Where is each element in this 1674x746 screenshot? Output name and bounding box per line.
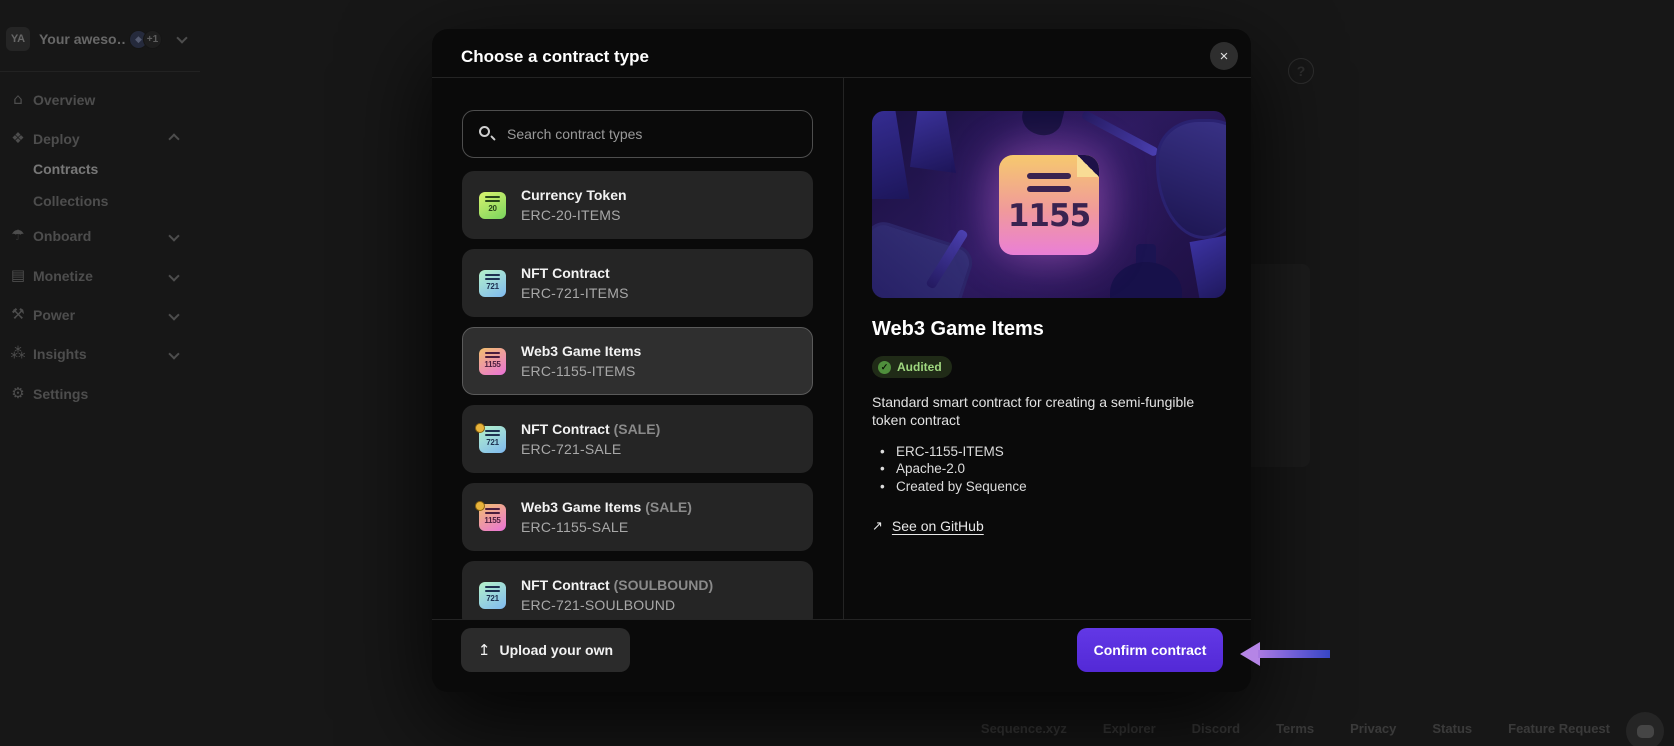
erc721-token-icon: 721 [479,269,506,297]
search-icon [479,126,490,137]
contract-list-pane: 20 Currency Token ERC-20-ITEMS 721 NFT C… [432,77,843,619]
contract-details-title: Web3 Game Items [872,318,1044,340]
contract-description: Standard smart contract for creating a s… [872,394,1195,429]
contract-name: Web3 Game Items (SALE) [521,499,692,515]
contract-code: ERC-1155-ITEMS [521,363,636,379]
attribute-item: Created by Sequence [872,478,1225,496]
close-icon[interactable]: × [1210,42,1238,70]
check-icon: ✓ [878,360,891,374]
contract-item-erc721-sale[interactable]: 721 NFT Contract (SALE) ERC-721-SALE [462,405,813,473]
contract-attributes-list: ERC-1155-ITEMS Apache-2.0 Created by Seq… [872,443,1225,496]
contract-item-erc1155-sale[interactable]: 1155 Web3 Game Items (SALE) ERC-1155-SAL… [462,483,813,551]
upload-your-own-button[interactable]: ↥ Upload your own [461,628,630,672]
erc721-sale-icon: 721 [475,422,506,453]
contract-code: ERC-1155-SALE [521,519,629,535]
contract-code: ERC-721-SALE [521,441,622,457]
contract-name: Currency Token [521,187,627,203]
contract-variant: (SOULBOUND) [613,577,714,593]
coin-icon [475,500,485,511]
github-link[interactable]: ↗ See on GitHub [872,518,984,534]
contract-item-erc721-items[interactable]: 721 NFT Contract ERC-721-ITEMS [462,249,813,317]
erc20-token-icon: 20 [479,191,506,219]
contract-code: ERC-721-SOULBOUND [521,597,676,613]
coin-icon [475,422,485,433]
upload-icon: ↥ [477,641,491,659]
contract-details-pane: 1155 Web3 Game Items ✓ Audited Standard … [844,77,1251,619]
audited-label: Audited [897,360,942,374]
contract-item-erc1155-items[interactable]: 1155 Web3 Game Items ERC-1155-ITEMS [462,327,813,395]
search-box [462,110,813,158]
contract-code: ERC-721-ITEMS [521,285,629,301]
confirm-contract-button[interactable]: Confirm contract [1077,628,1223,672]
contract-name: NFT Contract (SOULBOUND) [521,577,714,593]
external-link-icon: ↗ [872,518,883,534]
erc1155-sale-icon: 1155 [475,500,506,531]
annotation-arrow [1240,641,1332,667]
contract-name: NFT Contract (SALE) [521,421,661,437]
contract-name: Web3 Game Items [521,343,642,359]
attribute-item: Apache-2.0 [872,460,1225,478]
contract-item-erc20-items[interactable]: 20 Currency Token ERC-20-ITEMS [462,171,813,239]
contract-variant: (SALE) [645,499,692,515]
contract-code: ERC-20-ITEMS [521,207,621,223]
choose-contract-modal: Choose a contract type × 20 Currency Tok… [432,29,1251,692]
contract-hero-image: 1155 [872,111,1226,298]
erc721-soulbound-icon: 721 [479,581,506,609]
arrow-shaft [1258,650,1330,658]
search-input[interactable] [462,110,813,158]
footer-divider [432,619,1251,620]
erc1155-token-icon: 1155 [479,347,506,375]
arrow-head [1240,642,1260,666]
modal-title: Choose a contract type [461,47,649,66]
erc1155-document-icon: 1155 [999,155,1099,255]
contract-name: NFT Contract [521,265,610,281]
attribute-item: ERC-1155-ITEMS [872,443,1225,461]
contract-item-erc721-soulbound[interactable]: 721 NFT Contract (SOULBOUND) ERC-721-SOU… [462,561,813,619]
audited-badge: ✓ Audited [872,356,952,378]
contract-variant: (SALE) [613,421,661,437]
